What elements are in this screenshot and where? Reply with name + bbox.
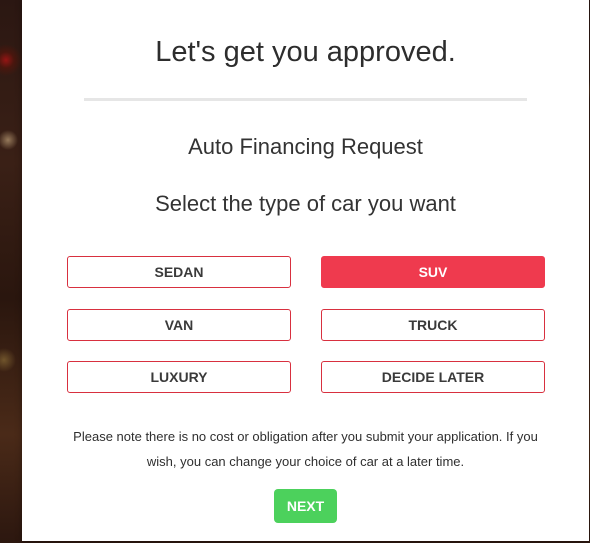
van-button[interactable]: VAN — [67, 309, 291, 341]
decide-later-button[interactable]: DECIDE LATER — [321, 361, 545, 393]
financing-modal: Let's get you approved. Auto Financing R… — [22, 0, 589, 541]
truck-button[interactable]: TRUCK — [321, 309, 545, 341]
page-title: Let's get you approved. — [155, 36, 456, 68]
suv-button[interactable]: SUV — [321, 256, 545, 288]
sedan-button[interactable]: SEDAN — [67, 256, 291, 288]
title-divider — [84, 98, 527, 101]
form-subtitle: Auto Financing Request — [188, 134, 423, 159]
next-button[interactable]: NEXT — [274, 489, 337, 523]
car-type-question: Select the type of car you want — [155, 191, 456, 216]
disclaimer-note: Please note there is no cost or obligati… — [73, 429, 538, 469]
luxury-button[interactable]: LUXURY — [67, 361, 291, 393]
